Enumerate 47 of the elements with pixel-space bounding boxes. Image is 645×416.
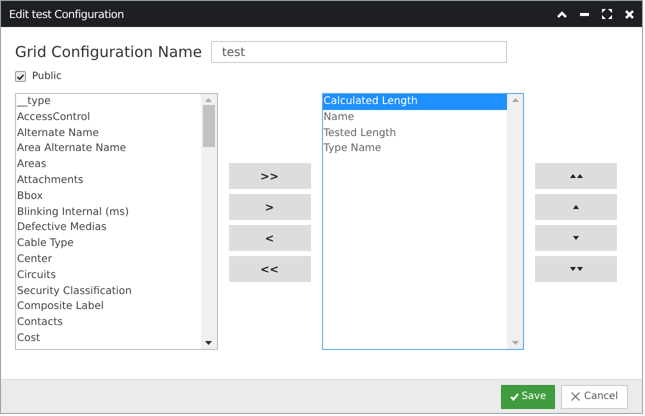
double-up-icon — [570, 174, 582, 178]
name-field[interactable]: test — [211, 41, 507, 63]
list-item[interactable]: Name — [322, 110, 507, 126]
down-icon — [573, 236, 579, 240]
close-icon — [571, 392, 580, 401]
field-label: Grid Configuration Name — [15, 43, 202, 61]
check-icon — [510, 392, 519, 400]
list-item[interactable]: __type — [16, 94, 200, 110]
transfer-button[interactable]: << — [228, 256, 310, 282]
scroll-up-icon[interactable] — [512, 98, 518, 102]
transfer-button[interactable]: > — [228, 194, 310, 220]
list-item[interactable]: Composite Label — [16, 299, 200, 316]
maximize-icon[interactable] — [602, 9, 612, 19]
checkbox-label: Public — [32, 71, 62, 82]
list-item[interactable]: Areas — [16, 157, 200, 173]
cancel-button[interactable]: Cancel — [561, 384, 628, 408]
transfer-button[interactable]: < — [228, 225, 310, 251]
list-item[interactable]: Blinking Internal (ms) — [16, 204, 200, 220]
scroll-thumb[interactable] — [202, 105, 214, 147]
list-box[interactable]: __type AccessControl Alternate Name Area Alternate Name Areas Attachments Bbox Blinking Internal (ms) Defective Medias Cable Type Center Circuits Security Classification Composite Label Contacts Cost — [15, 93, 218, 350]
chevron-up-icon[interactable] — [557, 10, 567, 18]
list-item[interactable]: AccessControl — [16, 110, 200, 126]
scroll-down-icon[interactable] — [205, 341, 212, 345]
minimize-icon[interactable] — [580, 12, 589, 16]
window-title: Edit test Configuration — [9, 8, 125, 20]
scroll-up-icon[interactable] — [205, 98, 212, 102]
list-item[interactable]: Security Classification — [16, 284, 200, 300]
list-item[interactable]: Center — [16, 252, 200, 268]
transfer-button[interactable]: >> — [228, 163, 310, 189]
list-item[interactable]: Circuits — [16, 268, 200, 284]
list-item[interactable]: Tested Length — [322, 126, 507, 142]
close-icon[interactable] — [625, 10, 634, 18]
list-item[interactable]: Area Alternate Name — [16, 141, 200, 158]
checkbox[interactable] — [15, 71, 26, 82]
list-item[interactable]: Alternate Name — [16, 126, 200, 142]
scrollbar[interactable] — [200, 94, 216, 349]
list-item[interactable]: Bbox — [16, 188, 200, 205]
scrollbar[interactable] — [507, 94, 523, 349]
double-down-icon — [570, 267, 582, 271]
list-item[interactable]: Defective Medias — [16, 220, 200, 236]
list-item[interactable]: Type Name — [322, 141, 507, 158]
list-item[interactable]: Contacts — [16, 315, 200, 331]
up-icon — [573, 205, 579, 209]
list-box[interactable]: Calculated Length Name Tested Length Type Name — [322, 93, 524, 350]
list-item[interactable]: Cost — [16, 330, 200, 347]
list-item[interactable]: Cable Type — [16, 236, 200, 252]
list-item[interactable]: Attachments — [16, 172, 200, 189]
